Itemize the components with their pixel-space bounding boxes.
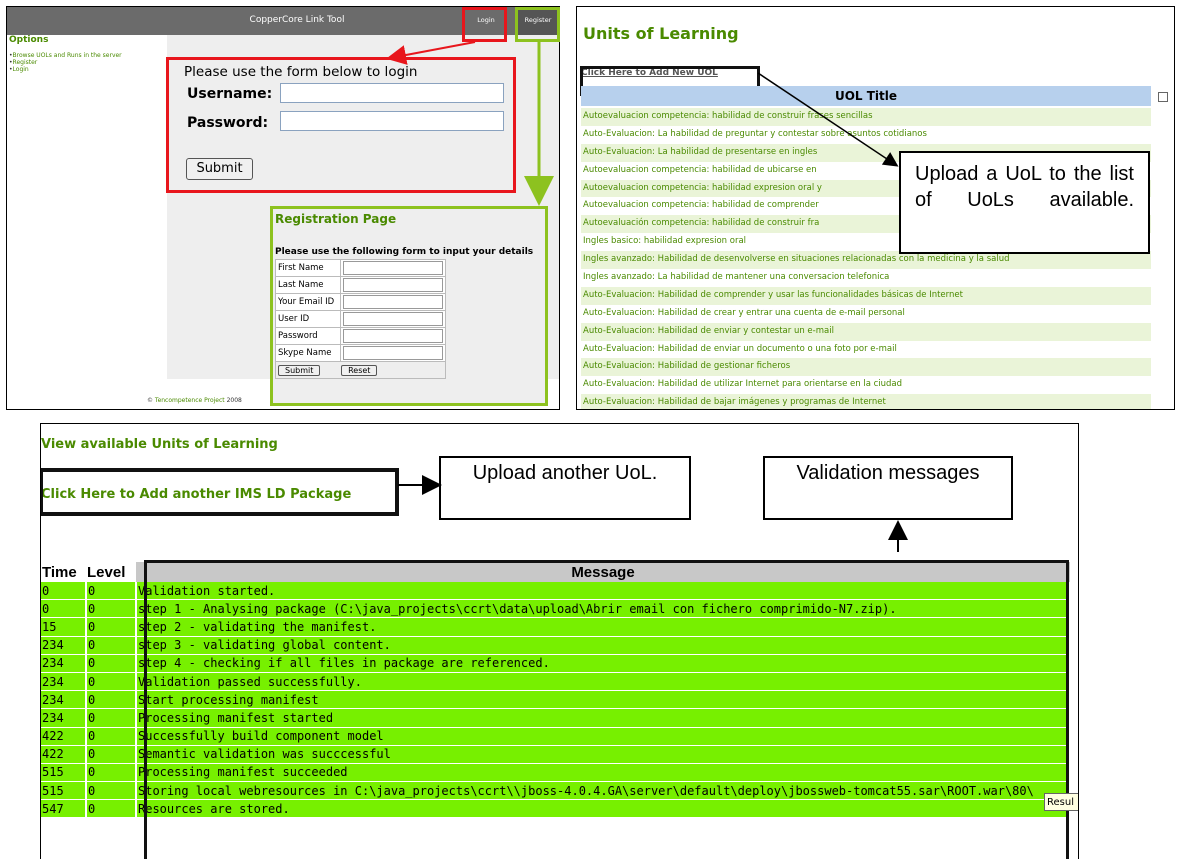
uol-list-item[interactable]: Auto-Evaluacion: Habilidad de crear y en… xyxy=(581,304,1151,323)
password-input[interactable] xyxy=(280,111,504,131)
time-cell: 15 xyxy=(41,617,87,637)
footer-project-link[interactable]: Tencompetence Project xyxy=(155,397,225,404)
level-cell: 0 xyxy=(86,582,137,601)
login-intro: Please use the form below to login xyxy=(184,64,418,80)
time-cell: 234 xyxy=(41,654,87,673)
submit-button[interactable]: Submit xyxy=(186,158,253,180)
email-label: Your Email ID xyxy=(275,293,341,311)
reg-password-label: Password xyxy=(275,327,341,345)
footer: © Tencompetence Project 2008 xyxy=(147,397,242,404)
level-cell: 0 xyxy=(86,599,137,619)
uol-heading: Units of Learning xyxy=(583,24,739,43)
time-cell: 515 xyxy=(41,763,87,783)
time-cell: 0 xyxy=(41,582,87,601)
time-cell: 234 xyxy=(41,690,87,710)
uol-list-item[interactable]: Auto-Evaluacion: Habilidad de bajar imág… xyxy=(581,394,1151,409)
login-highlight-box xyxy=(462,7,507,42)
first-name-input[interactable] xyxy=(343,261,443,275)
options-heading: Options xyxy=(9,35,49,45)
skype-name-label: Skype Name xyxy=(275,344,341,362)
username-input[interactable] xyxy=(280,83,504,103)
uol-list-item[interactable]: Auto-Evaluacion: Habilidad de enviar un … xyxy=(581,340,1151,359)
time-column-header: Time xyxy=(42,563,77,581)
uol-list-item[interactable]: Auto-Evaluacion: Habilidad de comprender… xyxy=(581,286,1151,305)
options-list: Browse UOLs and Runs in the server Regis… xyxy=(9,52,122,73)
level-cell: 0 xyxy=(86,781,137,801)
time-cell: 0 xyxy=(41,599,87,619)
uol-list-item[interactable]: Auto-Evaluacion: Habilidad de enviar y c… xyxy=(581,322,1151,341)
level-cell: 0 xyxy=(86,708,137,728)
option-browse-link[interactable]: Browse UOLs and Runs in the server xyxy=(9,52,122,59)
reg-reset-button[interactable]: Reset xyxy=(341,364,378,376)
time-cell: 547 xyxy=(41,799,87,819)
view-uols-link[interactable]: View available Units of Learning xyxy=(41,437,278,452)
level-cell: 0 xyxy=(86,799,137,819)
last-name-input[interactable] xyxy=(343,278,443,292)
level-cell: 0 xyxy=(86,654,137,673)
select-all-checkbox[interactable] xyxy=(1158,92,1168,102)
uol-list-item[interactable]: Auto-Evaluacion: La habilidad de pregunt… xyxy=(581,125,1151,144)
uol-list-item[interactable]: Autoevaluacion competencia: habilidad de… xyxy=(581,108,1151,126)
login-form: Please use the form below to login Usern… xyxy=(166,57,516,193)
time-cell: 234 xyxy=(41,708,87,728)
username-label: Username: xyxy=(187,86,273,102)
uol-list-item[interactable]: Ingles avanzado: La habilidad de mantene… xyxy=(581,269,1151,287)
level-cell: 0 xyxy=(86,690,137,710)
registration-table: First Name Last Name Your Email ID User … xyxy=(275,259,446,379)
option-register-link[interactable]: Register xyxy=(9,59,122,66)
level-cell: 0 xyxy=(86,617,137,637)
level-column-header: Level xyxy=(87,563,126,581)
app-title: CopperCore Link Tool xyxy=(249,15,345,25)
time-cell: 234 xyxy=(41,636,87,655)
time-cell: 234 xyxy=(41,672,87,692)
reg-password-input[interactable] xyxy=(343,329,443,343)
option-login-link[interactable]: Login xyxy=(9,66,122,73)
level-cell: 0 xyxy=(86,727,137,746)
time-cell: 422 xyxy=(41,745,87,764)
email-input[interactable] xyxy=(343,295,443,309)
uol-list-item[interactable]: Auto-Evaluacion: Habilidad de utilizar I… xyxy=(581,376,1151,395)
skype-name-input[interactable] xyxy=(343,346,443,360)
user-id-label: User ID xyxy=(275,310,341,328)
first-name-label: First Name xyxy=(275,259,341,277)
user-id-input[interactable] xyxy=(343,312,443,326)
uol-panel: Units of Learning Click Here to Add New … xyxy=(576,6,1175,410)
uol-title-header: UOL Title xyxy=(581,86,1151,106)
registration-intro: Please use the following form to input y… xyxy=(275,247,534,257)
level-cell: 0 xyxy=(86,745,137,764)
validation-messages-callout: Validation messages xyxy=(763,456,1013,520)
upload-another-callout: Upload another UoL. xyxy=(439,456,691,520)
footer-year: 2008 xyxy=(226,397,242,404)
tooltip: Resul xyxy=(1044,793,1078,811)
level-cell: 0 xyxy=(86,672,137,692)
time-cell: 515 xyxy=(41,781,87,801)
message-highlight-box xyxy=(144,560,1069,859)
level-cell: 0 xyxy=(86,636,137,655)
register-highlight-box xyxy=(515,7,560,42)
password-label: Password: xyxy=(187,115,269,131)
last-name-label: Last Name xyxy=(275,276,341,294)
registration-form: Registration Page Please use the followi… xyxy=(270,206,548,406)
uol-list-item[interactable]: Auto-Evaluacion: Habilidad de gestionar … xyxy=(581,358,1151,377)
copyright-symbol: © xyxy=(147,397,153,404)
time-cell: 422 xyxy=(41,727,87,746)
validation-panel: View available Units of Learning Click H… xyxy=(40,423,1079,859)
reg-submit-button[interactable]: Submit xyxy=(278,364,321,376)
upload-uol-callout: Upload a UoL to the list of UoLs availab… xyxy=(899,151,1150,254)
registration-title: Registration Page xyxy=(275,212,397,226)
add-ims-ld-highlight-box xyxy=(41,468,399,516)
level-cell: 0 xyxy=(86,763,137,783)
